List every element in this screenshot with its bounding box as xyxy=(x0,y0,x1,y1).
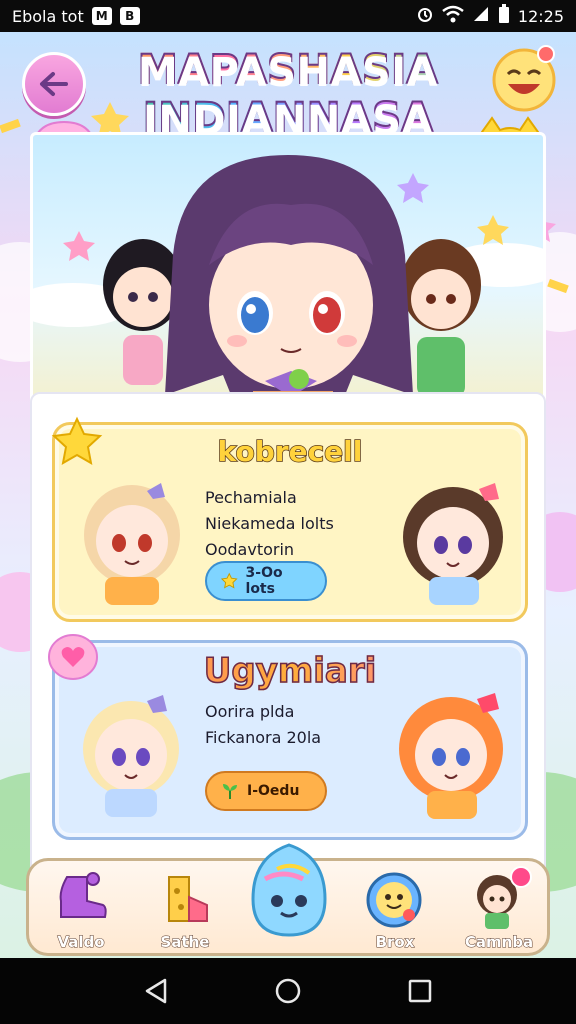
orange-hair-girl-character-icon xyxy=(399,693,503,819)
card-2-line-1: Oorira plda xyxy=(205,702,295,721)
card-2-text: Oorira plda Fickanora 20la xyxy=(205,699,321,751)
signal-icon xyxy=(472,5,490,27)
nav-item-sathe[interactable]: Sathe xyxy=(137,861,233,958)
back-triangle-icon xyxy=(145,978,167,1004)
blonde-girl-character-icon xyxy=(84,483,180,605)
system-home-button[interactable] xyxy=(268,971,308,1011)
notification-m-icon: M xyxy=(91,7,112,25)
status-right: 12:25 xyxy=(416,4,564,28)
cheese-icon xyxy=(168,876,208,922)
hero-panel xyxy=(30,132,546,422)
notification-b-icon: B xyxy=(119,7,140,25)
title-line-1: MAPASHASIA xyxy=(100,46,476,94)
system-recents-button[interactable] xyxy=(400,971,440,1011)
carrier-label: Ebola tot xyxy=(12,6,84,26)
slime-mascot-icon xyxy=(251,843,327,937)
nav-item-valdo[interactable]: Valdo xyxy=(33,861,129,958)
card-1-line-1: Pechamiala xyxy=(205,488,297,507)
alarm-icon xyxy=(416,5,434,27)
card-1-action-button[interactable]: 3-Oo lots xyxy=(205,561,327,601)
card-2-title: Ugymiari xyxy=(55,650,525,692)
recents-square-icon xyxy=(408,979,432,1003)
card-1-line-2: Niekameda lolts xyxy=(205,514,334,533)
character-avatar-icon xyxy=(477,866,532,929)
status-bar: Ebola tot M B 12:25 xyxy=(0,0,576,32)
home-circle-icon xyxy=(275,978,301,1004)
card-2-line-2: Fickanora 20la xyxy=(205,728,322,747)
event-card-1[interactable]: kobrecell Pechamiala Niekameda lolts Ood… xyxy=(51,416,528,622)
nav-label-brox: Brox xyxy=(375,933,415,952)
app-screen: MAPASHASIA INDIANNASA kobrecell Pechamia… xyxy=(0,32,576,958)
back-button[interactable] xyxy=(22,52,86,116)
card-1-text: Pechamiala Niekameda lolts Oodavtorin xyxy=(205,485,334,563)
app-title: MAPASHASIA INDIANNASA xyxy=(100,46,476,142)
boot-icon xyxy=(59,872,107,918)
card-2-action-button[interactable]: I-Oedu xyxy=(205,771,327,811)
laughing-face-icon xyxy=(492,45,556,112)
bottom-navigation: Valdo Sathe Brox Camnba xyxy=(26,843,550,958)
wifi-icon xyxy=(442,5,464,27)
nav-item-brox[interactable]: Brox xyxy=(347,861,443,958)
system-navigation-bar xyxy=(0,958,576,1024)
nav-label-valdo: Valdo xyxy=(57,933,105,952)
brunette-girl-character-icon xyxy=(403,483,503,605)
card-1-line-3: Oodavtorin xyxy=(205,540,295,559)
blonde-bow-girl-character-icon xyxy=(83,695,179,817)
emoji-button[interactable] xyxy=(490,44,558,112)
card-1-title: kobrecell xyxy=(217,434,363,469)
nav-item-camnba[interactable]: Camnba xyxy=(451,861,547,958)
sprout-icon xyxy=(223,784,237,799)
system-back-button[interactable] xyxy=(136,971,176,1011)
card-2-action-label: I-Oedu xyxy=(247,783,300,799)
nav-item-home-mascot[interactable] xyxy=(243,839,335,943)
event-card-2[interactable]: Ugymiari Oorira plda Fickanora 20la I-Oe… xyxy=(48,634,528,840)
back-arrow-icon xyxy=(40,72,68,96)
nav-label-camnba: Camnba xyxy=(464,933,534,952)
status-left: Ebola tot M B xyxy=(12,7,140,26)
star-icon xyxy=(221,572,238,589)
battery-icon xyxy=(498,4,510,28)
smiley-badge-icon xyxy=(366,872,422,928)
nav-label-sathe: Sathe xyxy=(160,933,210,952)
cards-panel: kobrecell Pechamiala Niekameda lolts Ood… xyxy=(30,392,546,886)
hero-characters-illustration-icon xyxy=(33,155,543,419)
clock-time: 12:25 xyxy=(517,6,564,26)
card-1-action-label: 3-Oo lots xyxy=(245,565,283,597)
